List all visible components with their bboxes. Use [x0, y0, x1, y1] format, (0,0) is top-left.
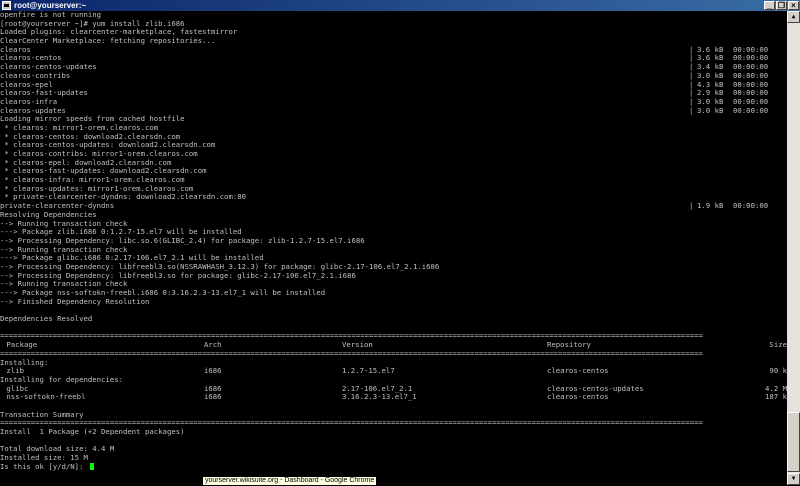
- repo-status-line: clearos-infra | 3.0 kB 00:00:00: [0, 96, 787, 107]
- size-cell: Size: [769, 340, 787, 350]
- repo-status-line: clearos | 3.6 kB 00:00:00: [0, 44, 787, 55]
- confirm-prompt: Is this ok [y/d/N]:: [0, 461, 88, 471]
- scrollbar-thumb[interactable]: [787, 412, 800, 472]
- scroll-up-icon[interactable]: ▲: [787, 11, 800, 23]
- terminal-line: ========================================…: [0, 331, 703, 341]
- repo-time: 00:00:00: [733, 201, 769, 211]
- vertical-scrollbar[interactable]: ▲ ▼: [787, 11, 800, 485]
- size-cell: 90 k: [769, 366, 787, 376]
- confirm-prompt-line: Is this ok [y/d/N]:: [0, 461, 787, 472]
- repo-status-line: clearos-fast-updates | 2.9 kB 00:00:00: [0, 88, 787, 98]
- terminal-line: Total download size: 4.4 M: [0, 444, 115, 454]
- repo-size: 3.0 kB: [697, 105, 724, 115]
- package-table-row: nss-softokn-freebl i686 3.16.2.3-13.el7_1 c…: [0, 393, 787, 402]
- terminal-line: ========================================…: [0, 348, 703, 358]
- terminal-line: Installed size: 15 M: [0, 453, 88, 463]
- repo-name: clearos-contribs: [0, 70, 71, 80]
- terminal-line: Install 1 Package (+2 Dependent packages…: [0, 427, 185, 436]
- repo-status-line: private-clearcenter-dyndns | 1.9 kB 00:00:0…: [0, 201, 787, 211]
- repo-status-line: clearos-centos | 3.6 kB 00:00:00: [0, 54, 787, 63]
- repo-name: clearos-centos-updates: [0, 62, 97, 72]
- repo-name: clearos-infra: [0, 96, 58, 106]
- arch-cell: i686: [204, 366, 222, 376]
- repo-name: clearos-centos: [0, 53, 62, 63]
- close-icon[interactable]: ×: [788, 1, 799, 10]
- terminal-line: * private-clearcenter-dyndns: download2.…: [0, 192, 247, 202]
- repository-cell: clearos-centos: [547, 392, 609, 402]
- terminal-app-icon[interactable]: [2, 1, 11, 10]
- repo-time: 00:00:00: [733, 105, 769, 115]
- column-separator: |: [689, 105, 694, 115]
- version-cell: 3.16.2.3-13.el7_1: [342, 392, 417, 402]
- column-separator: |: [689, 201, 694, 211]
- repo-status-line: clearos-centos-updates | 3.4 kB 00:00:00: [0, 62, 787, 72]
- terminal-line: --> Finished Dependency Resolution: [0, 296, 150, 306]
- window-titlebar[interactable]: root@yourserver:~ _ ❐ ×: [0, 0, 800, 11]
- repo-name: clearos-fast-updates: [0, 88, 88, 98]
- terminal-line: ClearCenter Marketplace: fetching reposi…: [0, 36, 216, 46]
- arch-cell: i686: [204, 392, 222, 402]
- repo-status-line: clearos-epel | 4.3 kB 00:00:00: [0, 79, 787, 90]
- package-name-cell: nss-softokn-freebl: [2, 392, 86, 402]
- repo-name: private-clearcenter-dyndns: [0, 201, 115, 211]
- window-title: root@yourserver:~: [14, 1, 87, 10]
- repository-cell: clearos-centos: [547, 366, 609, 376]
- text-cursor[interactable]: [89, 462, 94, 470]
- window-controls: _ ❐ ×: [764, 1, 799, 10]
- terminal-line: Dependencies Resolved: [0, 314, 93, 324]
- size-cell: 187 k: [765, 392, 787, 402]
- repo-name: clearos: [0, 44, 31, 54]
- repo-status-line: clearos-contribs | 3.0 kB 00:00:00: [0, 70, 787, 81]
- repo-name: clearos-epel: [0, 79, 53, 89]
- terminal-output[interactable]: openfire is not running [root@yourserver …: [0, 11, 787, 485]
- repo-name: clearos-updates: [0, 105, 66, 115]
- scroll-down-icon[interactable]: ▼: [787, 473, 800, 485]
- version-cell: 1.2.7-15.el7: [342, 366, 395, 376]
- minimize-icon[interactable]: _: [764, 1, 775, 10]
- repo-size: 1.9 kB: [697, 201, 724, 211]
- restore-icon[interactable]: ❐: [776, 1, 787, 10]
